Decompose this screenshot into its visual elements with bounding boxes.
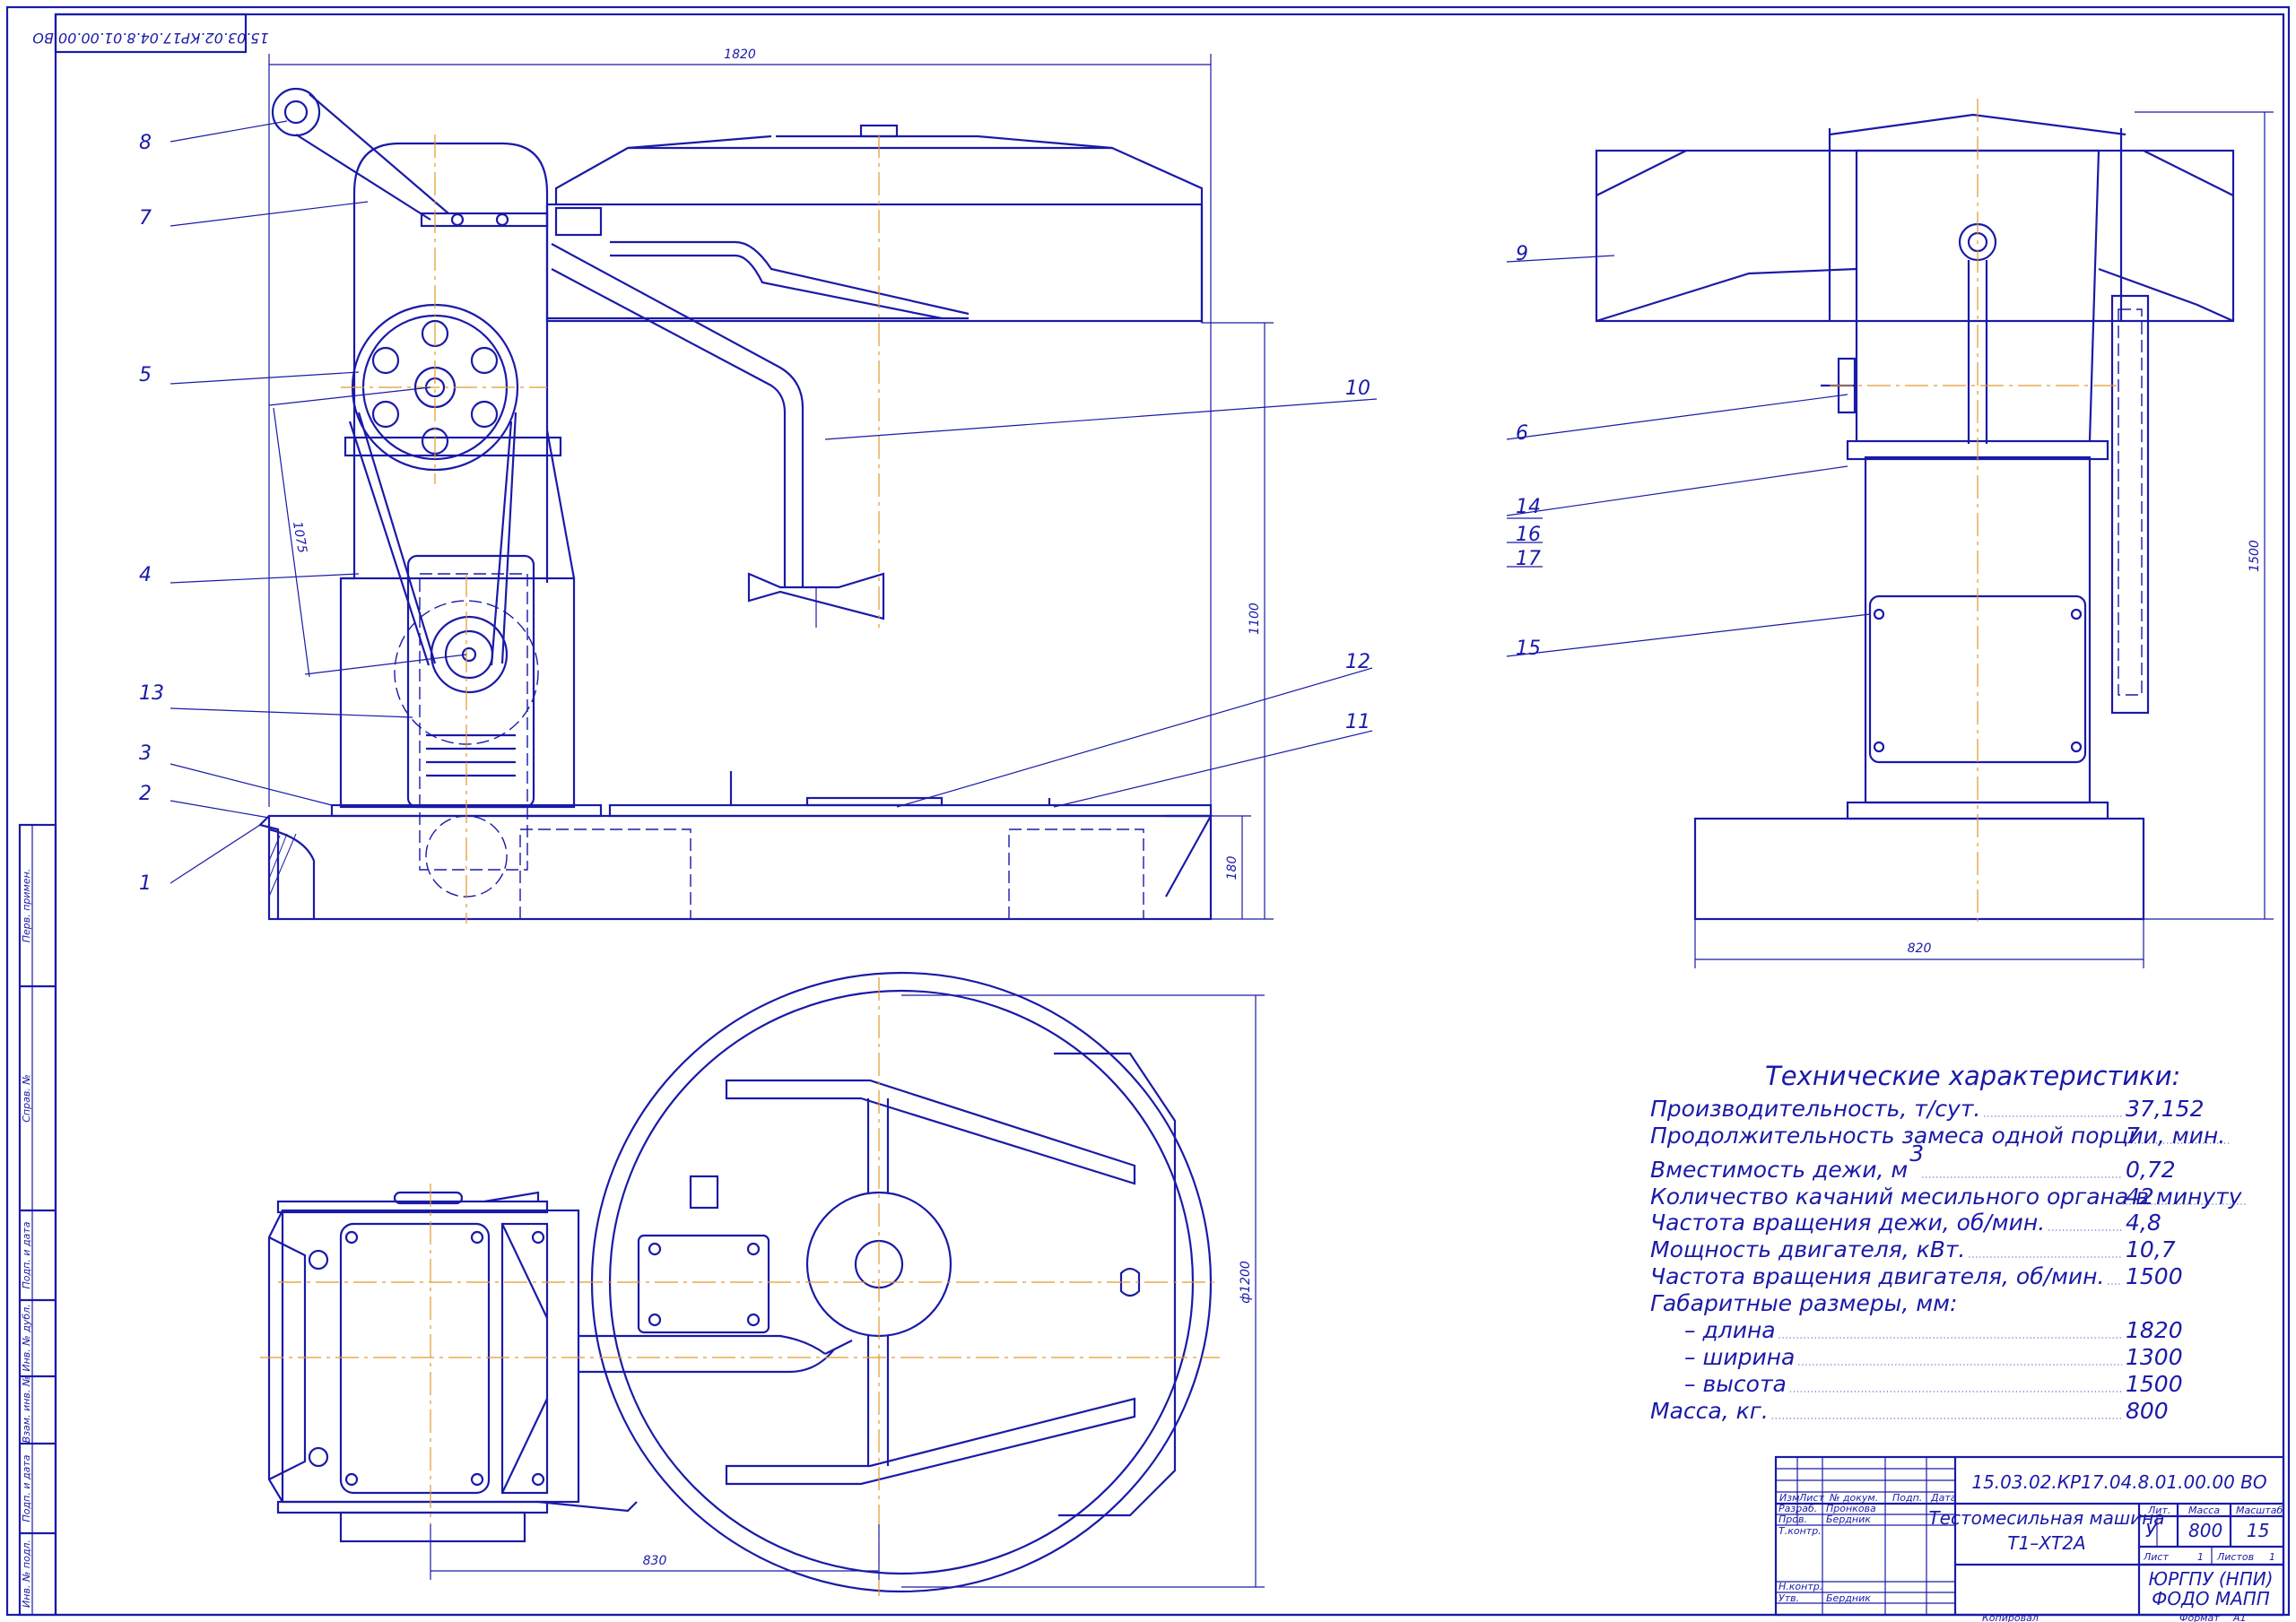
callout-label: 9 [1516,243,1528,265]
callout-label: 4 [139,564,152,586]
dim-length-top: 1820 [724,48,756,62]
spec-label: – длина [1684,1317,1776,1343]
callout-label: 2 [139,783,152,805]
drawing-code: 15.03.02.КР17.04.8.01.00.00 ВО [1971,1471,2266,1493]
spec-value: 800 [2126,1398,2169,1424]
callout-label: 17 [1516,548,1541,570]
spec-label: – ширина [1684,1344,1795,1370]
hdr-sign: Подп. [1892,1492,1922,1504]
spec-label: Мощность двигателя, кВт. [1650,1236,1965,1262]
spec-label: Производительность, т/сут. [1650,1096,1980,1122]
format-label: Формат [2179,1612,2220,1622]
dim-base-height: 180 [1225,856,1239,880]
side-view [1595,99,2235,924]
format-value: А1 [2232,1612,2247,1622]
spec-label: Вместимость дежи, м [1650,1157,1908,1183]
callout-label: 10 [1345,377,1370,400]
spec-label: Масса, кг. [1650,1398,1769,1424]
side-dimensions: 820 1500 [1694,111,2274,968]
callout-label: 11 [1345,711,1370,733]
dim-side-height: 1500 [2248,540,2262,572]
callout-label: 16 [1516,524,1541,546]
outer-frame [5,5,2291,1617]
title-block: 15.03.02.КР17.04.8.01.00.00 ВО Изм Лист … [1774,1455,2285,1622]
spec-label: – высота [1684,1371,1787,1397]
callout-label: 7 [139,207,152,230]
role-label: Т.контр. [1779,1525,1822,1537]
spec-value: 10,7 [2126,1236,2176,1262]
sheets-value: 1 [2269,1551,2275,1563]
front-view [257,87,1213,924]
sheet-label: Лист [2143,1551,2169,1563]
spec-rows: Производительность, т/сут. 37,152Продолжи… [1650,1096,2246,1424]
lit-label: Лит. [2147,1505,2170,1516]
role-name: Бердник [1826,1592,1871,1604]
callout-label: 12 [1345,651,1370,673]
specifications: Технические характеристики: Производител… [1650,1061,2246,1424]
stamp-cell: Справ. № [21,1074,32,1123]
mass-value: 800 [2188,1520,2222,1541]
stamp-cell: Инв. № подл. [21,1540,32,1608]
product-model: Т1–ХТ2А [2007,1532,2085,1554]
dim-plan-width: 830 [643,1554,667,1568]
spec-label: Частота вращения дежи, об/мин. [1650,1210,2045,1236]
scale-value: 15 [2247,1520,2269,1541]
product-name: Тестомесильная машина [1928,1507,2164,1529]
spec-value: 42 [2126,1184,2154,1210]
lit-value: У [2145,1520,2158,1541]
spec-value: 7 [2126,1123,2140,1149]
org-line1: ЮРГПУ (НПИ) [2148,1568,2273,1590]
spec-superscript: 3 [1909,1141,1924,1167]
stamp-cell: Подп. и дата [21,1454,32,1522]
callout-label: 6 [1516,422,1528,445]
callout-label: 14 [1516,496,1541,518]
callout-label: 1 [139,872,152,895]
callout-label: 8 [139,132,152,154]
role-label: Н.контр. [1779,1581,1822,1592]
dim-plan-diameter: ф1200 [1239,1261,1253,1304]
spec-label: Габаритные размеры, мм: [1650,1290,1957,1316]
spec-value: 4,8 [2126,1210,2161,1236]
dim-side-width: 820 [1908,941,1932,956]
spec-value: 37,152 [2126,1096,2204,1122]
sheet-value: 1 [2197,1551,2204,1563]
side-callouts: 9 6 14 16 17 15 [1506,243,1871,660]
dim-height-right: 1100 [1248,603,1262,635]
spec-value: 1300 [2126,1344,2183,1370]
stamp-cell: Перв. примен. [21,869,32,943]
callout-label: 3 [139,742,152,765]
stamp-cell: Инв. № дубл. [21,1304,32,1371]
scale-label: Масштаб [2236,1505,2283,1516]
specs-title: Технические характеристики: [1765,1061,2180,1091]
side-stamp: Перв. примен. Справ. № Подп. и дата Инв.… [18,823,57,1617]
callout-label: 5 [139,364,152,386]
spec-value: 1500 [2126,1371,2183,1397]
role-label: Пров. [1779,1514,1807,1525]
callout-label: 13 [139,682,164,705]
front-callouts: 8 7 5 4 13 3 2 1 10 12 11 [139,120,1378,895]
hdr-date: Дата [1930,1492,1957,1504]
technical-drawing: 15.03.02.КР17.04.8.01.00.00 ВО Перв. при… [5,5,2291,1622]
drawing-code-rotated: 15.03.02.КР17.04.8.01.00.00 ВО [32,30,268,47]
spec-value: 1820 [2126,1317,2183,1343]
role-label: Утв. [1779,1592,1799,1604]
copied-label: Копировал [1982,1612,2039,1622]
callout-label: 15 [1516,638,1541,660]
org-line2: ФОДО МАПП [2152,1588,2270,1609]
spec-label: Частота вращения двигателя, об/мин. [1650,1263,2104,1289]
stamp-cell: Взам. инв. № [21,1376,32,1444]
plan-view [260,971,1220,1596]
spec-value: 1500 [2126,1263,2183,1289]
spec-value: 0,72 [2126,1157,2176,1183]
sheets-label: Листов [2216,1551,2254,1563]
inner-frame [54,13,2285,1617]
mass-label: Масса [2188,1505,2220,1516]
stamp-cell: Подп. и дата [21,1221,32,1288]
role-name: Бердник [1826,1514,1871,1525]
